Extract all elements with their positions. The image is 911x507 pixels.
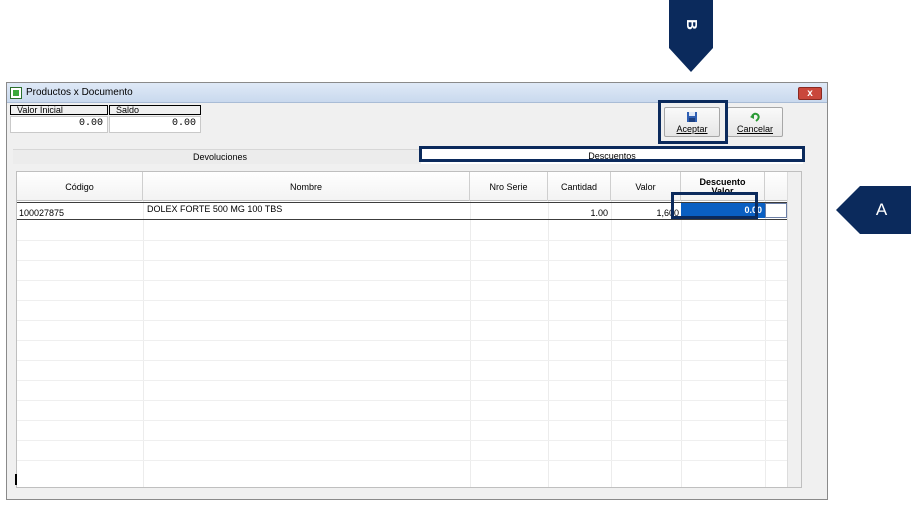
header-spacer bbox=[765, 172, 787, 201]
row-divider bbox=[17, 320, 787, 321]
document-icon bbox=[10, 87, 22, 99]
row-divider bbox=[17, 380, 787, 381]
row-divider bbox=[17, 260, 787, 261]
saldo-label: Saldo bbox=[109, 105, 201, 115]
header-nombre[interactable]: Nombre bbox=[143, 172, 470, 201]
row-divider bbox=[17, 360, 787, 361]
productos-dialog: Productos x Documento x Valor Inicial 0.… bbox=[6, 82, 828, 500]
header-nro-serie[interactable]: Nro Serie bbox=[470, 172, 548, 201]
valor-inicial-field[interactable]: 0.00 bbox=[10, 116, 108, 133]
tab-descuentos-highlight bbox=[419, 146, 805, 162]
vertical-scrollbar[interactable] bbox=[787, 172, 801, 487]
column-divider bbox=[765, 201, 766, 487]
row-divider bbox=[17, 280, 787, 281]
column-divider bbox=[548, 201, 549, 487]
cell-nombre[interactable]: DOLEX FORTE 500 MG 100 TBS bbox=[147, 204, 282, 214]
tab-devoluciones[interactable]: Devoluciones bbox=[13, 149, 427, 164]
descuento-cell-highlight bbox=[671, 192, 758, 219]
row-divider bbox=[17, 420, 787, 421]
row-divider bbox=[17, 300, 787, 301]
column-divider bbox=[470, 201, 471, 487]
row-divider bbox=[17, 460, 787, 461]
callout-b-pointer bbox=[669, 48, 713, 72]
column-divider bbox=[611, 201, 612, 487]
undo-icon bbox=[750, 112, 760, 122]
cancelar-label: Cancelar bbox=[736, 124, 774, 134]
row-divider bbox=[17, 340, 787, 341]
row-divider bbox=[17, 440, 787, 441]
callout-b-label: B bbox=[682, 18, 700, 30]
column-divider bbox=[143, 201, 144, 487]
row-divider bbox=[17, 400, 787, 401]
saldo-field[interactable]: 0.00 bbox=[109, 116, 201, 133]
cell-cantidad[interactable]: 1.00 bbox=[548, 208, 608, 218]
aceptar-highlight bbox=[658, 100, 728, 144]
header-codigo[interactable]: Código bbox=[17, 172, 143, 201]
header-cantidad[interactable]: Cantidad bbox=[548, 172, 611, 201]
row-divider bbox=[17, 240, 787, 241]
callout-a-label: A bbox=[875, 200, 888, 219]
column-divider bbox=[681, 201, 682, 487]
text-cursor bbox=[15, 474, 17, 485]
cell-valor[interactable]: 1,600 bbox=[611, 208, 679, 218]
close-icon[interactable]: x bbox=[798, 87, 822, 100]
row-end-cell bbox=[765, 203, 787, 218]
window-title: Productos x Documento bbox=[26, 87, 133, 98]
cancelar-button[interactable]: Cancelar bbox=[727, 107, 783, 137]
valor-inicial-label: Valor Inicial bbox=[10, 105, 108, 115]
cell-codigo[interactable]: 100027875 bbox=[19, 208, 64, 218]
